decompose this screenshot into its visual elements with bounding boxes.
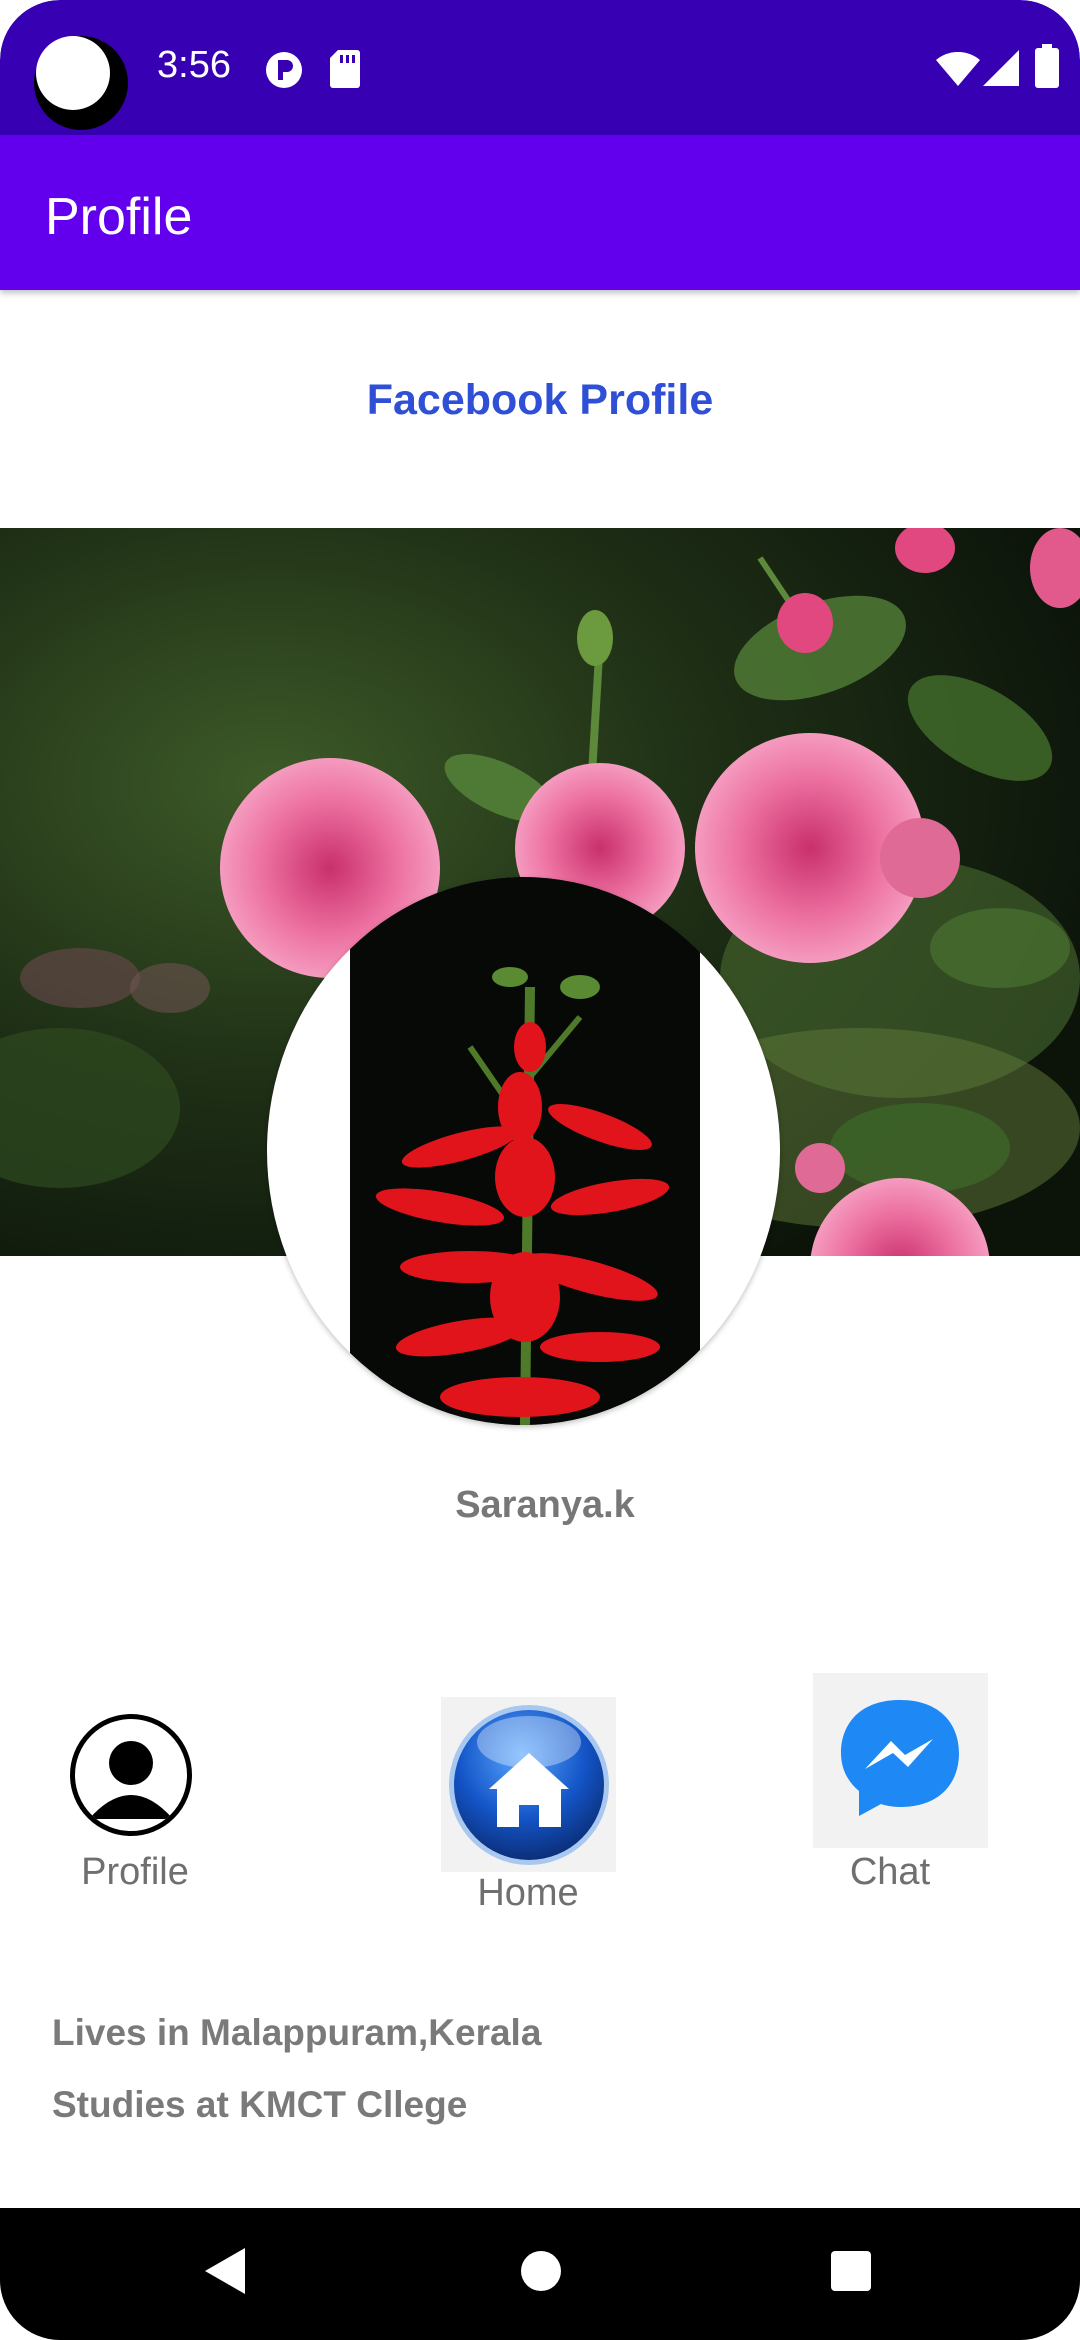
chat-action[interactable]: Chat: [795, 1851, 985, 1894]
page-title: Facebook Profile: [366, 376, 714, 424]
back-icon[interactable]: [205, 2248, 245, 2294]
chat-button[interactable]: [813, 1673, 988, 1848]
battery-icon: [1035, 44, 1059, 88]
avatar-photo: [350, 877, 700, 1425]
messenger-icon: [841, 1700, 959, 1816]
profile-action[interactable]: Profile: [40, 1851, 230, 1894]
person-icon[interactable]: [70, 1714, 192, 1836]
lives-in-text: Lives in Malappuram,Kerala: [52, 2012, 542, 2053]
home-action[interactable]: Home: [433, 1872, 623, 1915]
home-button[interactable]: [441, 1697, 616, 1872]
app-bar-title: Profile: [45, 188, 193, 246]
sd-card-icon: [330, 50, 360, 88]
recents-icon[interactable]: [831, 2251, 871, 2291]
screen: 3:56 Profile Facebook Profile Saranya.k …: [0, 0, 1080, 2340]
notification-p-icon: [266, 52, 302, 88]
chat-action-label: Chat: [849, 1851, 931, 1893]
home-action-label: Home: [477, 1872, 579, 1914]
camera-cutout: [34, 36, 128, 130]
wifi-icon: [936, 52, 980, 86]
profile-action-label: Profile: [81, 1851, 189, 1893]
signal-icon: [983, 50, 1019, 86]
home-nav-icon[interactable]: [521, 2251, 561, 2291]
system-nav-bar: [0, 2208, 1080, 2340]
status-bar: 3:56: [0, 0, 1080, 135]
app-bar: Profile: [0, 135, 1080, 290]
studies-at-text: Studies at KMCT Cllege: [52, 2084, 468, 2125]
profile-name: Saranya.k: [455, 1484, 635, 1526]
profile-avatar[interactable]: [267, 877, 780, 1425]
status-time: 3:56: [157, 44, 231, 86]
red-flower-image: [350, 877, 700, 1425]
home-icon: [449, 1705, 609, 1865]
